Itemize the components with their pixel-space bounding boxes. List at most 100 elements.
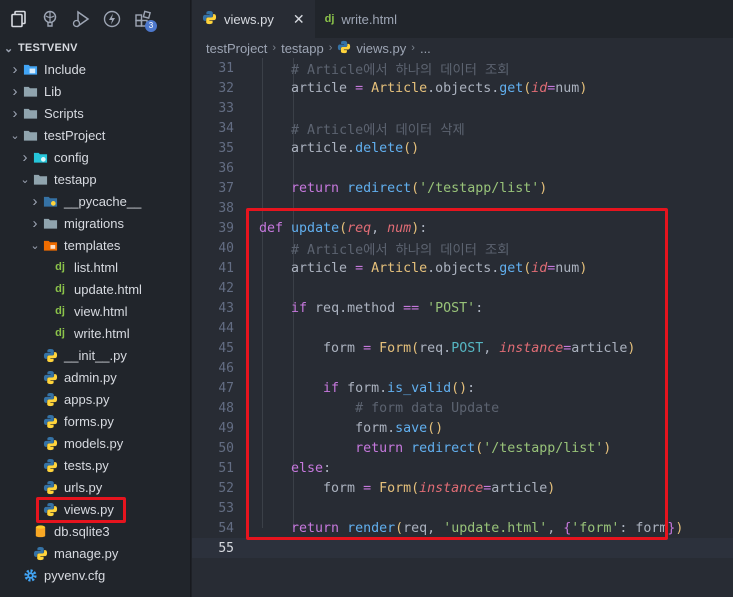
tree-item-tests-py[interactable]: tests.py xyxy=(0,454,191,476)
breadcrumb: testProject › testapp › views.py › ... xyxy=(192,38,733,58)
django-icon: dj xyxy=(55,327,65,339)
chevron-right-icon: › xyxy=(411,42,415,54)
line-number: 35 xyxy=(218,140,234,156)
close-icon[interactable]: ✕ xyxy=(293,11,305,28)
tree-item-label: admin.py xyxy=(64,369,117,385)
breadcrumb-item-more[interactable]: ... xyxy=(420,41,431,56)
line-number: 52 xyxy=(218,480,234,496)
code-line[interactable]: 34 # Article에서 데이터 삭제 xyxy=(192,118,733,138)
chevron-right-icon: › xyxy=(32,192,38,210)
chevron-down-icon: ⌄ xyxy=(4,42,14,55)
code-line[interactable]: 35 article.delete() xyxy=(192,138,733,158)
code-line[interactable]: 32 article = Article.objects.get(id=num) xyxy=(192,78,733,98)
django-icon: dj xyxy=(324,13,335,25)
chevron-right-icon: › xyxy=(272,42,277,54)
tree-item-label: update.html xyxy=(74,281,142,297)
tree-item-config[interactable]: › config xyxy=(0,146,191,168)
django-icon: dj xyxy=(55,283,65,295)
chevron-right-icon: › xyxy=(328,42,333,54)
tree-item-include[interactable]: › Include xyxy=(0,58,191,80)
tree-item-admin-py[interactable]: admin.py xyxy=(0,366,191,388)
tree-item-lib[interactable]: › Lib xyxy=(0,80,191,102)
activity-bar: 3 xyxy=(0,0,191,38)
tree-item-write-html[interactable]: dj write.html xyxy=(0,322,191,344)
run-debug-icon[interactable] xyxy=(70,8,92,30)
tree-item-init-py[interactable]: __init__.py xyxy=(0,344,191,366)
tree-item-list-html[interactable]: dj list.html xyxy=(0,256,191,278)
python-icon xyxy=(42,391,58,407)
tree-item-label: db.sqlite3 xyxy=(54,523,110,539)
tree-item-scripts[interactable]: › Scripts xyxy=(0,102,191,124)
extensions-icon[interactable]: 3 xyxy=(132,8,157,32)
code-line[interactable]: 36 xyxy=(192,158,733,178)
tree-item-forms-py[interactable]: forms.py xyxy=(0,410,191,432)
tree-item-label: Lib xyxy=(44,83,62,99)
python-icon xyxy=(42,457,58,473)
tree-item-label: urls.py xyxy=(64,479,103,495)
line-number: 45 xyxy=(218,340,234,356)
code-line[interactable]: 37 return redirect('/testapp/list') xyxy=(192,178,733,198)
tree-item-db-sqlite3[interactable]: db.sqlite3 xyxy=(0,520,191,542)
tree-item-label: config xyxy=(54,149,89,165)
gear-icon xyxy=(22,567,38,583)
line-number: 53 xyxy=(218,500,234,516)
line-number: 49 xyxy=(218,420,234,436)
breadcrumb-item-testapp[interactable]: testapp xyxy=(281,41,324,56)
breadcrumb-item-views-py[interactable]: views.py xyxy=(356,41,406,56)
breadcrumb-item-testproject[interactable]: testProject xyxy=(206,41,267,56)
tree-item-label: apps.py xyxy=(64,391,110,407)
tree-item-label: tests.py xyxy=(64,457,109,473)
line-number: 34 xyxy=(218,120,234,136)
chevron-right-icon: › xyxy=(12,104,18,122)
extensions-badge: 3 xyxy=(145,20,157,32)
explorer-root[interactable]: ⌄ TESTVENV xyxy=(0,38,191,58)
tree-item-manage-py[interactable]: manage.py xyxy=(0,542,191,564)
tree-item-view-html[interactable]: dj view.html xyxy=(0,300,191,322)
python-icon xyxy=(42,479,58,495)
code-line[interactable]: 33 xyxy=(192,98,733,118)
tree-item-testapp[interactable]: ⌄ testapp xyxy=(0,168,191,190)
line-number: 33 xyxy=(218,100,234,116)
tree-item-migrations[interactable]: › migrations xyxy=(0,212,191,234)
line-number: 43 xyxy=(218,300,234,316)
tree-item-pyvenv-cfg[interactable]: pyvenv.cfg xyxy=(0,564,191,586)
update-function-highlight-box xyxy=(246,208,668,540)
explorer-icon[interactable] xyxy=(8,8,30,30)
tree-item-urls-py[interactable]: urls.py xyxy=(0,476,191,498)
tab-write-html[interactable]: dj write.html xyxy=(315,0,407,38)
tree-item-label: list.html xyxy=(74,259,119,275)
tab-label: views.py xyxy=(224,11,274,27)
code-text: article = Article.objects.get(id=num) xyxy=(259,80,588,96)
tree-item-testproject[interactable]: ⌄ testProject xyxy=(0,124,191,146)
tree-item-label: Include xyxy=(44,61,86,77)
tree-item-update-html[interactable]: dj update.html xyxy=(0,278,191,300)
code-line[interactable]: 55 xyxy=(192,538,733,558)
views-py-highlight-box xyxy=(36,497,126,523)
tree-item-templates[interactable]: ⌄ templates xyxy=(0,234,191,256)
tree-item-pycache[interactable]: › __pycache__ xyxy=(0,190,191,212)
line-number: 31 xyxy=(218,60,234,76)
line-number: 39 xyxy=(218,220,234,236)
database-icon xyxy=(32,523,48,539)
line-number: 55 xyxy=(218,540,234,556)
python-icon xyxy=(42,413,58,429)
tab-label: write.html xyxy=(341,11,397,27)
python-icon xyxy=(202,10,217,28)
lightning-icon[interactable] xyxy=(101,8,123,30)
tree-item-label: __init__.py xyxy=(64,347,127,363)
folder-icon xyxy=(22,83,38,99)
line-number: 47 xyxy=(218,380,234,396)
explorer-root-label: TESTVENV xyxy=(18,42,78,54)
code-line[interactable]: 31 # Article에서 하나의 데이터 조회 xyxy=(192,58,733,78)
tree-item-label: testapp xyxy=(54,171,97,187)
brain-icon[interactable] xyxy=(39,8,61,30)
tab-views-py[interactable]: views.py ✕ xyxy=(192,0,315,38)
tree-item-apps-py[interactable]: apps.py xyxy=(0,388,191,410)
python-icon xyxy=(337,40,351,57)
line-number: 48 xyxy=(218,400,234,416)
tree-item-label: testProject xyxy=(44,127,106,143)
tree-item-models-py[interactable]: models.py xyxy=(0,432,191,454)
editor: views.py ✕ dj write.html testProject › t… xyxy=(192,0,733,597)
chevron-right-icon: › xyxy=(22,148,28,166)
line-number: 54 xyxy=(218,520,234,536)
